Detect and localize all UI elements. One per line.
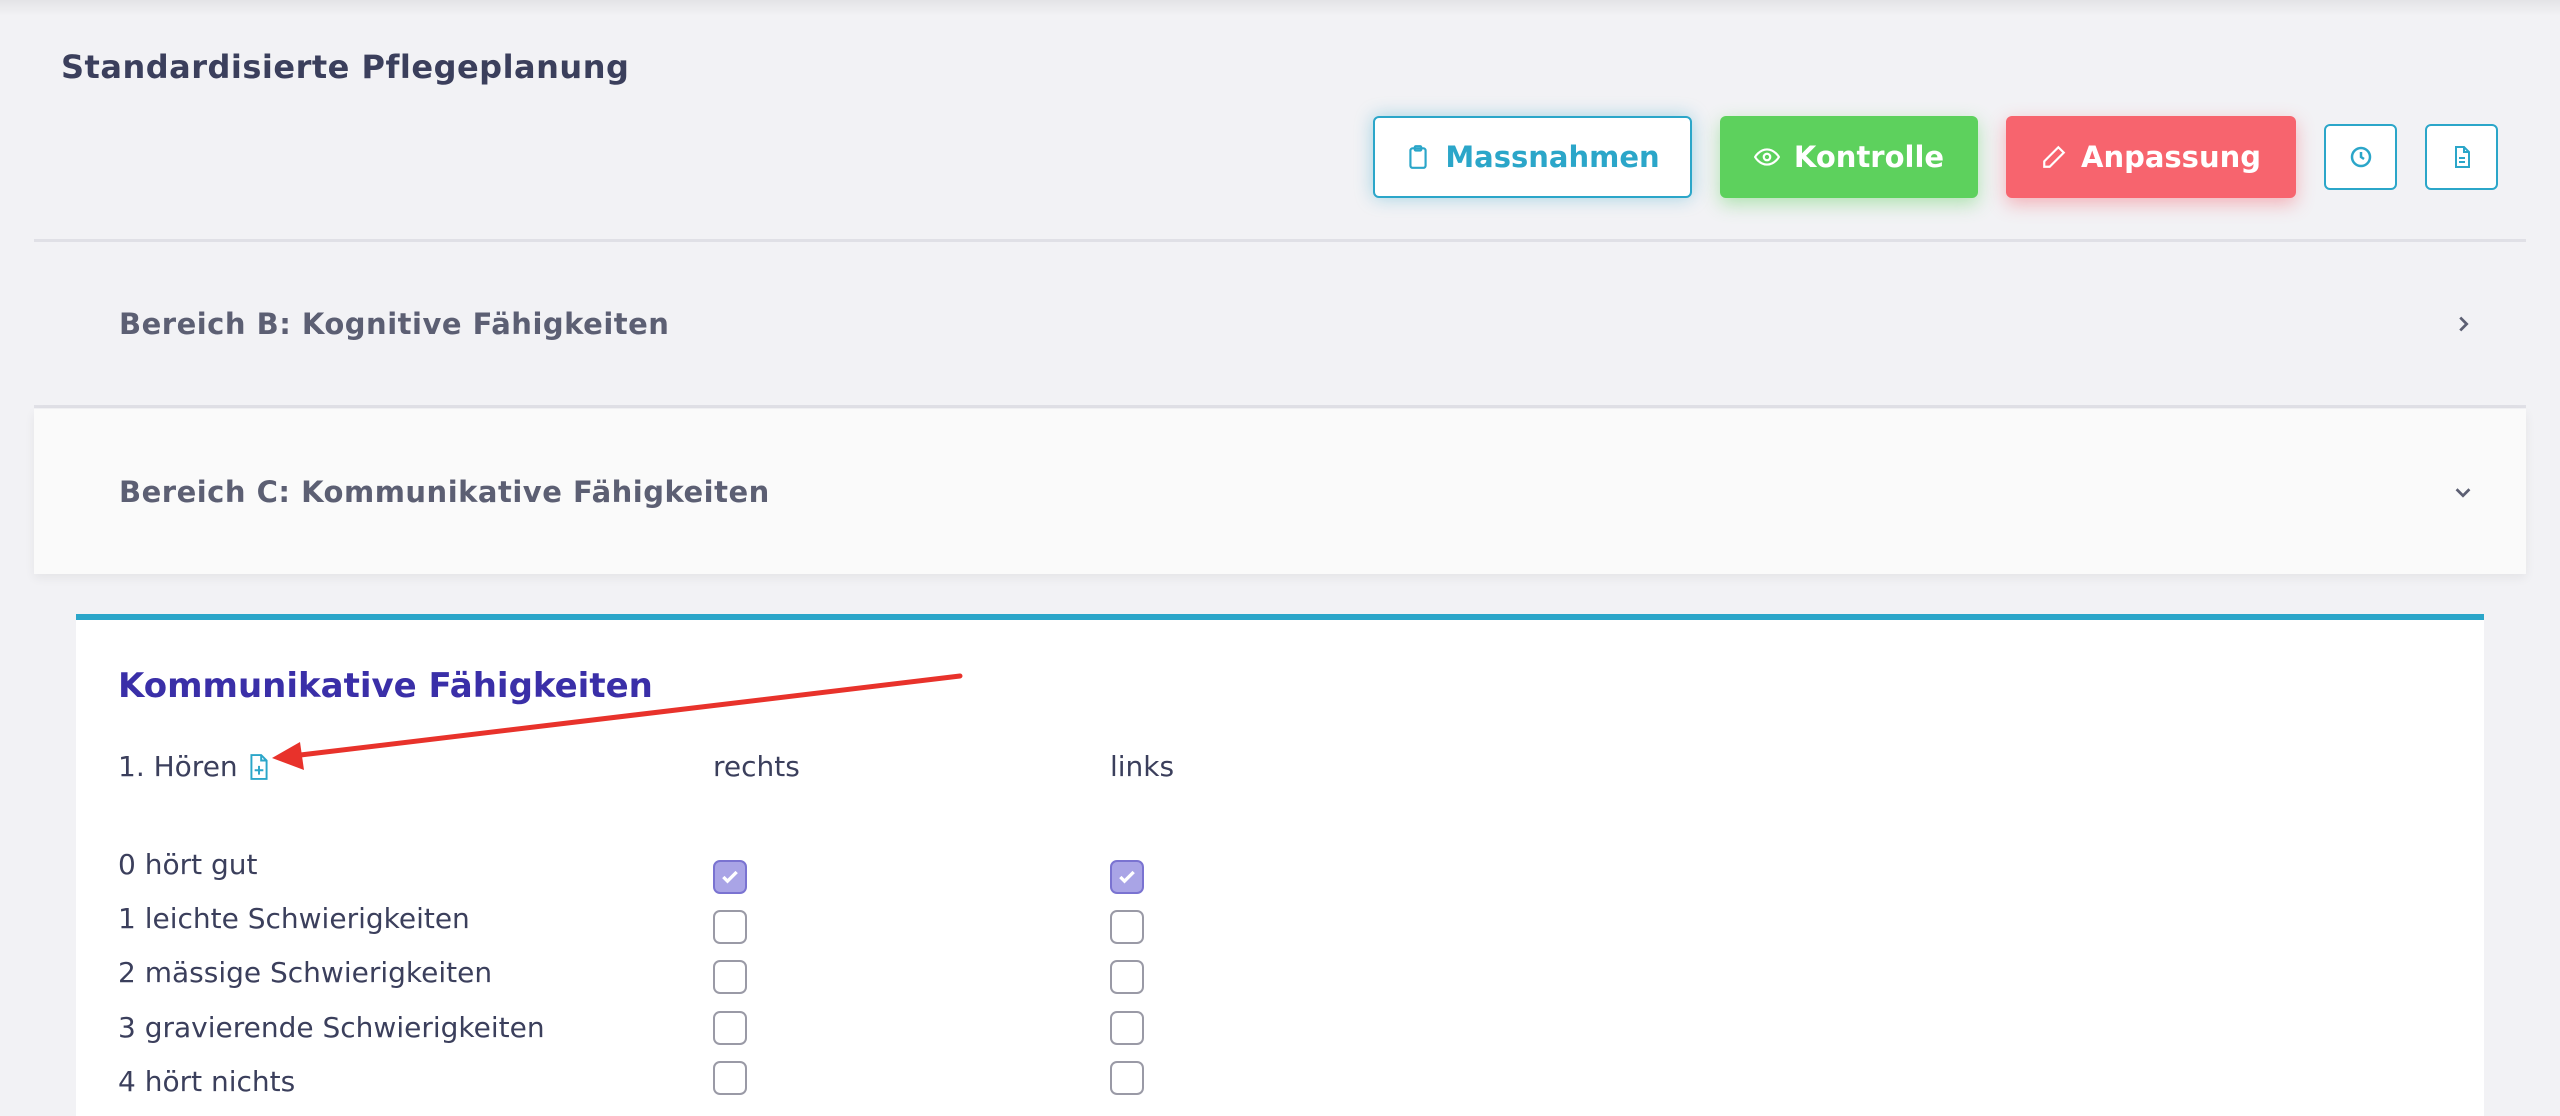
kommunikative-faehigkeiten-card: Kommunikative Fähigkeiten 1. Hören recht… xyxy=(76,614,2484,1116)
kontrolle-label: Kontrolle xyxy=(1793,140,1945,174)
clipboard-icon xyxy=(1409,145,1427,169)
header-shadow xyxy=(0,0,2560,16)
massnahmen-button[interactable]: Massnahmen xyxy=(1373,116,1692,198)
checkmark-icon xyxy=(1119,870,1135,884)
checkbox-links[interactable] xyxy=(1110,1011,1144,1045)
section-divider xyxy=(34,239,2526,242)
file-plus-icon[interactable] xyxy=(248,753,270,780)
accordion-bereich-c[interactable]: Bereich C: Kommunikative Fähigkeiten xyxy=(34,409,2526,574)
chevron-right-icon xyxy=(2459,316,2469,332)
checkbox-rechts[interactable] xyxy=(713,1061,747,1095)
anpassung-label: Anpassung xyxy=(2081,140,2261,174)
checkbox-links[interactable] xyxy=(1110,910,1144,944)
anpassung-button[interactable]: Anpassung xyxy=(2006,116,2296,198)
question-label: 1. Hören xyxy=(118,750,238,783)
document-button[interactable] xyxy=(2425,124,2498,190)
accordion-title: Bereich B: Kognitive Fähigkeiten xyxy=(119,307,670,341)
accordion-title: Bereich C: Kommunikative Fähigkeiten xyxy=(119,474,770,509)
pencil-icon xyxy=(2043,145,2066,168)
question-hoeren: 1. Hören xyxy=(118,750,270,783)
option-label: 3 gravierende Schwierigkeiten xyxy=(118,1011,545,1044)
checkbox-rechts[interactable] xyxy=(713,1011,747,1045)
option-label: 2 mässige Schwierigkeiten xyxy=(118,956,493,989)
document-icon xyxy=(2454,146,2470,168)
kontrolle-button[interactable]: Kontrolle xyxy=(1720,116,1978,198)
option-label: 1 leichte Schwierigkeiten xyxy=(118,902,470,935)
history-button[interactable] xyxy=(2324,124,2397,190)
checkbox-rechts[interactable] xyxy=(713,960,747,994)
checkbox-links[interactable] xyxy=(1110,960,1144,994)
checkbox-links[interactable] xyxy=(1110,860,1144,894)
checkbox-rechts[interactable] xyxy=(713,860,747,894)
page-title: Standardisierte Pflegeplanung xyxy=(61,48,630,86)
column-links: links xyxy=(1110,750,1175,783)
clock-icon xyxy=(2350,146,2371,168)
accordion-bereich-b[interactable]: Bereich B: Kognitive Fähigkeiten xyxy=(34,244,2526,404)
checkbox-links[interactable] xyxy=(1110,1061,1144,1095)
chevron-down-icon xyxy=(2455,487,2471,498)
option-label: 0 hört gut xyxy=(118,848,258,881)
toolbar: Massnahmen Kontrolle Anpassung xyxy=(1373,116,2498,198)
eye-icon xyxy=(1753,148,1780,166)
checkbox-rechts[interactable] xyxy=(713,910,747,944)
option-label: 4 hört nichts xyxy=(118,1065,296,1098)
column-rechts: rechts xyxy=(713,750,800,783)
checkmark-icon xyxy=(722,870,738,884)
section-divider xyxy=(34,405,2526,408)
card-title: Kommunikative Fähigkeiten xyxy=(118,666,653,706)
massnahmen-label: Massnahmen xyxy=(1445,140,1660,174)
